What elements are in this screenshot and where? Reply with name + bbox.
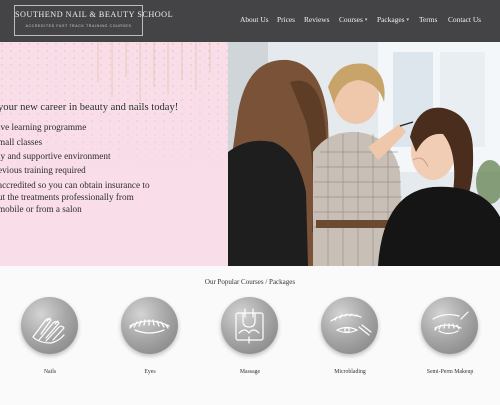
nav-courses[interactable]: Courses ▾ [339,15,367,24]
hero-headline: your new career in beauty and nails toda… [0,102,179,113]
makeup-artist-training-photo [228,42,500,266]
hero-bullet: ly and supportive environment [0,151,111,161]
section-title: Our Popular Courses / Packages [204,278,296,286]
course-semi-perm-makeup[interactable]: Semi-Perm Makeup [420,297,480,375]
nav-contact-us[interactable]: Contact Us [448,15,481,24]
nav-packages-label: Packages [377,15,405,24]
site-header: SOUTHEND NAIL & BEAUTY SCHOOL ACCREDITED… [0,0,500,42]
hero-bullet: ive learning programme [0,122,87,132]
course-microblading[interactable]: Microblading [320,297,380,375]
nav-packages[interactable]: Packages ▾ [377,15,409,24]
nails-icon [21,297,78,354]
course-massage[interactable]: Massage [220,297,280,375]
logo[interactable]: SOUTHEND NAIL & BEAUTY SCHOOL ACCREDITED… [14,5,174,36]
hero-bullet: accredited so you can obtain insurance t… [0,180,150,190]
eyelash-icon [121,297,178,354]
semi-perm-icon [421,297,478,354]
logo-title: SOUTHEND NAIL & BEAUTY SCHOOL [15,10,174,19]
hero-text-panel: your new career in beauty and nails toda… [0,42,228,266]
logo-subtitle: ACCREDITED FAST TRACK TRAINING COURSES [25,24,132,28]
hero-bullet: mobile or from a salon [0,204,82,214]
hero-bullet: ut the treatments professionally from [0,192,134,202]
nav-reviews[interactable]: Reviews [304,15,329,24]
eyebrow-icon [321,297,378,354]
course-label-microblading: Microblading [334,369,366,375]
course-label-eyes: Eyes [144,369,156,375]
course-nails[interactable]: Nails [20,297,80,375]
course-label-massage: Massage [239,369,261,375]
nav-prices[interactable]: Prices [277,15,295,24]
nav-about-us[interactable]: About Us [240,15,269,24]
nav-terms[interactable]: Terms [419,15,437,24]
hero-bullet: evious training required [0,165,86,175]
course-eyes[interactable]: Eyes [120,297,180,375]
course-label-nails: Nails [43,369,57,375]
hero-photo [228,42,500,266]
chevron-down-icon: ▾ [406,18,410,23]
hero-bullet: mall classes [0,137,43,147]
popular-courses-section: Our Popular Courses / Packages Nails Eye… [0,266,500,405]
chevron-down-icon: ▾ [364,18,368,23]
nav-courses-label: Courses [339,15,363,24]
massage-icon [221,297,278,354]
course-label-semi-perm-makeup: Semi-Perm Makeup [426,369,474,375]
